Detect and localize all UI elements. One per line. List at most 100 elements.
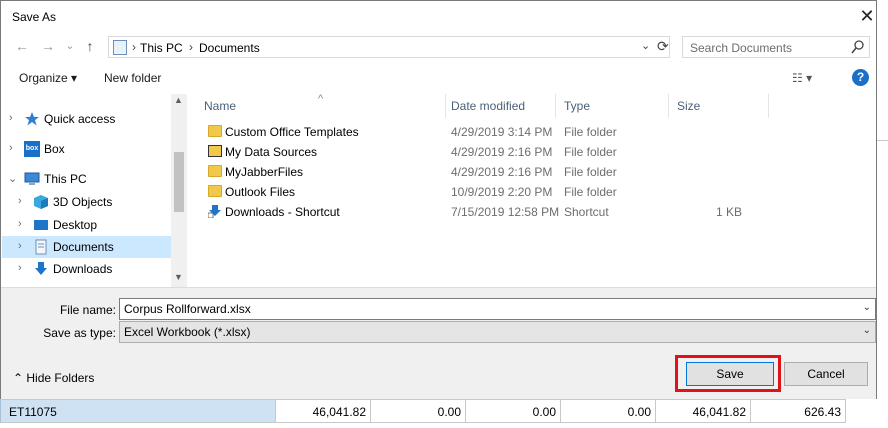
column-header-label: Type — [564, 99, 591, 113]
expand-chevron-icon[interactable]: › — [18, 262, 22, 274]
type-dropdown-icon[interactable]: ⌄ — [863, 325, 871, 336]
address-bar[interactable]: › This PC › Documents ⌄ ⟳ — [108, 36, 670, 58]
cancel-button[interactable]: Cancel — [784, 362, 868, 386]
column-header-size[interactable]: Size — [669, 94, 769, 118]
tree-item-label: This PC — [44, 172, 87, 186]
navigation-pane: › Quick access › box Box ⌄ This PC › 3D … — [2, 94, 187, 287]
download-icon — [35, 262, 47, 275]
file-row[interactable]: MyJabberFiles 4/29/2019 2:16 PM File fol… — [188, 162, 876, 182]
tree-item-3d-objects[interactable]: › 3D Objects — [2, 191, 171, 213]
file-date: 4/29/2019 2:16 PM — [451, 165, 553, 179]
column-header-type[interactable]: Type — [556, 94, 669, 118]
file-type: File folder — [564, 145, 617, 159]
new-folder-button[interactable]: New folder — [104, 71, 161, 85]
search-placeholder: Search Documents — [690, 41, 793, 55]
this-pc-icon — [113, 40, 127, 55]
organize-button[interactable]: Organize ▾ — [19, 71, 77, 85]
column-header-label: Date modified — [451, 99, 526, 113]
file-size: 1 KB — [716, 205, 743, 219]
hide-folders-button[interactable]: ⌃ Hide Folders — [13, 371, 94, 385]
tree-item-label: Documents — [53, 240, 114, 254]
file-row[interactable]: Downloads - Shortcut 7/15/2019 12:58 PM … — [188, 202, 876, 222]
navigation-bar: ← → ⌄ ↑ › This PC › Documents ⌄ ⟳ Search… — [1, 33, 876, 61]
filename-label: File name: — [59, 303, 116, 317]
filename-input[interactable]: Corpus Rollforward.xlsx ⌄ — [119, 298, 876, 320]
spreadsheet-cell[interactable]: 0.00 — [561, 399, 656, 423]
star-icon — [25, 112, 39, 126]
tree-item-label: Box — [44, 142, 65, 156]
dialog-title: Save As — [12, 10, 57, 24]
file-date: 10/9/2019 2:20 PM — [451, 185, 553, 199]
file-name: Downloads - Shortcut — [225, 205, 340, 219]
file-name: MyJabberFiles — [225, 165, 304, 179]
tree-item-desktop[interactable]: › Desktop — [2, 214, 171, 236]
tree-scrollbar[interactable]: ▲ ▼ — [171, 94, 187, 287]
address-dropdown-icon[interactable]: ⌄ — [641, 39, 650, 52]
scrollbar-thumb[interactable] — [174, 152, 184, 212]
file-date: 7/15/2019 12:58 PM — [451, 205, 560, 219]
spreadsheet-cell[interactable]: 626.43 — [751, 399, 846, 423]
tree-item-this-pc[interactable]: ⌄ This PC — [2, 168, 171, 190]
tree-item-documents[interactable]: › Documents — [2, 236, 171, 258]
search-icon[interactable] — [851, 39, 865, 55]
search-input[interactable]: Search Documents — [682, 36, 870, 58]
tree-item-downloads[interactable]: › Downloads — [2, 258, 171, 280]
close-icon[interactable]: ✕ — [856, 5, 878, 27]
file-type: File folder — [564, 165, 617, 179]
documents-icon — [35, 239, 47, 255]
computer-icon — [24, 172, 40, 185]
spreadsheet-cell[interactable]: 46,041.82 — [276, 399, 371, 423]
tree-item-box[interactable]: › box Box — [2, 138, 171, 160]
folder-icon — [208, 125, 222, 137]
scroll-up-icon[interactable]: ▲ — [174, 95, 183, 105]
tree-item-quick-access[interactable]: › Quick access — [2, 108, 171, 130]
help-icon[interactable]: ? — [852, 69, 869, 86]
file-row[interactable]: Custom Office Templates 4/29/2019 3:14 P… — [188, 122, 876, 142]
spreadsheet-cell[interactable]: 46,041.82 — [656, 399, 751, 423]
save-as-type-select[interactable]: Excel Workbook (*.xlsx) ⌄ — [119, 321, 876, 343]
box-icon: box — [24, 141, 40, 157]
tree-item-label: Downloads — [53, 262, 113, 276]
command-bar: Organize ▾ New folder ☷ ▾ ? — [1, 63, 876, 93]
expand-chevron-icon[interactable]: › — [18, 195, 22, 207]
breadcrumb-documents[interactable]: Documents — [199, 41, 260, 55]
up-arrow-icon[interactable]: ↑ — [81, 37, 99, 55]
filename-dropdown-icon[interactable]: ⌄ — [863, 302, 871, 313]
file-name: Outlook Files — [225, 185, 296, 199]
column-header-date[interactable]: Date modified — [443, 94, 556, 118]
file-row[interactable]: My Data Sources 4/29/2019 2:16 PM File f… — [188, 142, 876, 162]
file-type: Shortcut — [564, 205, 609, 219]
breadcrumb-separator[interactable]: › — [132, 40, 136, 54]
column-header-label: Name — [204, 99, 237, 113]
spreadsheet-row: ET11075 46,041.82 0.00 0.00 0.00 46,041.… — [0, 399, 888, 428]
breadcrumb-separator[interactable]: › — [189, 40, 193, 54]
change-view-icon[interactable]: ☷ ▾ — [792, 71, 812, 85]
scroll-down-icon[interactable]: ▼ — [174, 272, 183, 282]
tree-item-label: 3D Objects — [53, 195, 113, 209]
spreadsheet-cell-id[interactable]: ET11075 — [0, 399, 276, 423]
file-date: 4/29/2019 2:16 PM — [451, 145, 553, 159]
spreadsheet-cell[interactable]: 0.00 — [466, 399, 561, 423]
expand-chevron-icon[interactable]: › — [9, 142, 13, 154]
cube-icon — [34, 195, 48, 209]
back-arrow-icon[interactable]: ← — [13, 37, 31, 55]
file-date: 4/29/2019 3:14 PM — [451, 125, 553, 139]
refresh-icon[interactable]: ⟳ — [657, 38, 669, 55]
file-type: File folder — [564, 185, 617, 199]
filename-value: Corpus Rollforward.xlsx — [124, 302, 251, 316]
forward-arrow-icon[interactable]: → — [39, 37, 57, 55]
folder-icon — [208, 185, 222, 197]
save-as-type-label: Save as type: — [43, 326, 116, 340]
expand-chevron-icon[interactable]: › — [9, 112, 13, 124]
recent-locations-icon[interactable]: ⌄ — [61, 37, 79, 55]
column-header-name[interactable]: Name — [196, 94, 446, 118]
expand-chevron-icon[interactable]: › — [18, 240, 22, 252]
tree-item-label: Quick access — [44, 112, 116, 126]
breadcrumb-this-pc[interactable]: This PC — [140, 41, 183, 55]
file-row[interactable]: Outlook Files 10/9/2019 2:20 PM File fol… — [188, 182, 876, 202]
collapse-chevron-icon[interactable]: ⌄ — [8, 172, 17, 185]
tree-item-label: Desktop — [53, 218, 98, 232]
expand-chevron-icon[interactable]: › — [18, 218, 22, 230]
spreadsheet-cell[interactable]: 0.00 — [371, 399, 466, 423]
data-sources-icon — [208, 145, 222, 157]
